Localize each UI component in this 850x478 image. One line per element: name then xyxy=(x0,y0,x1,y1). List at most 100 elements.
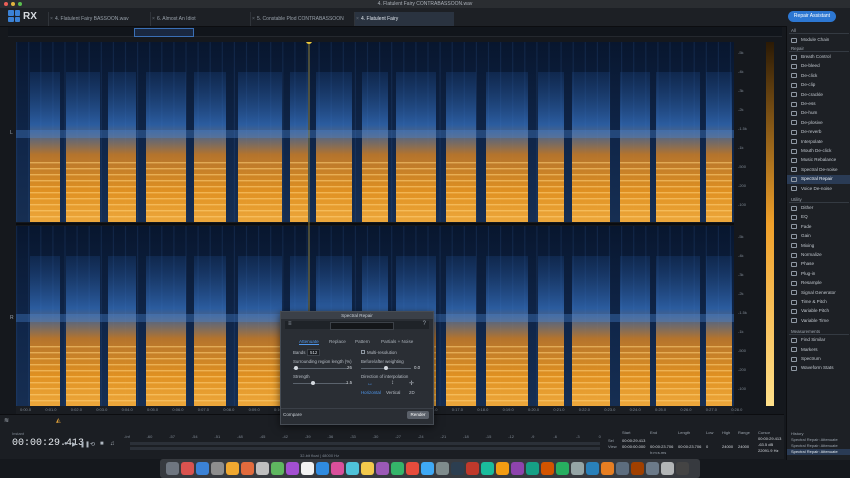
dock-app-icon[interactable] xyxy=(271,462,284,475)
module-breath-control[interactable]: Breath Control xyxy=(787,53,850,62)
strength-knob[interactable] xyxy=(311,381,315,385)
module-plug-in[interactable]: Plug-in xyxy=(787,270,850,279)
horizontal-arrow-icon[interactable]: ↔ xyxy=(367,381,373,387)
module-variable-pitch[interactable]: Variable Pitch xyxy=(787,307,850,316)
2d-arrow-icon[interactable]: ✛ xyxy=(409,380,414,387)
play-icon[interactable]: ▶ xyxy=(72,441,77,448)
view-range[interactable]: 24000 xyxy=(738,444,749,449)
sel-start[interactable]: 00:00:29.413 xyxy=(622,438,645,443)
pause-icon[interactable]: ❚❚ xyxy=(80,441,90,448)
dock-app-icon[interactable] xyxy=(286,462,299,475)
time-format[interactable]: h:m:s.ms xyxy=(650,450,666,455)
module-fade[interactable]: Fade xyxy=(787,223,850,232)
dock-app-icon[interactable] xyxy=(241,462,254,475)
strength-slider[interactable] xyxy=(293,383,347,384)
multi-resolution-checkbox[interactable] xyxy=(361,350,365,354)
file-tab[interactable]: × 4. Flatulent Fairy BASSOON.wav xyxy=(48,12,150,26)
dock-app-icon[interactable] xyxy=(541,462,554,475)
direction-2d[interactable]: 2D xyxy=(409,390,415,395)
headphones-icon[interactable]: ♫ xyxy=(110,441,115,447)
module-spectral-de-noise[interactable]: Spectral De-noise xyxy=(787,166,850,175)
view-high[interactable]: 24000 xyxy=(722,444,733,449)
bands-select[interactable]: 512 xyxy=(307,349,321,356)
module-de-clip[interactable]: De-clip xyxy=(787,81,850,90)
waveform-toggle-icon[interactable]: ≋ xyxy=(4,417,9,424)
dock-app-icon[interactable] xyxy=(406,462,419,475)
close-tab-icon[interactable]: × xyxy=(50,12,53,26)
module-find-similar[interactable]: Find Similar xyxy=(787,336,850,345)
dock-app-icon[interactable] xyxy=(556,462,569,475)
module-spectral-repair[interactable]: Spectral Repair xyxy=(787,175,850,184)
dock-app-icon[interactable] xyxy=(616,462,629,475)
dock-app-icon[interactable] xyxy=(526,462,539,475)
direction-horizontal[interactable]: Horizontal xyxy=(361,390,381,395)
module-time-pitch[interactable]: Time & Pitch xyxy=(787,298,850,307)
module-dither[interactable]: Dither xyxy=(787,204,850,213)
dock-app-icon[interactable] xyxy=(376,462,389,475)
close-tab-icon[interactable]: × xyxy=(356,12,359,26)
module-phase[interactable]: Phase xyxy=(787,260,850,269)
compare-button[interactable]: Compare xyxy=(283,412,302,417)
dock-app-icon[interactable] xyxy=(316,462,329,475)
waveform-overview[interactable] xyxy=(8,27,782,37)
module-music-rebalance[interactable]: Music Rebalance xyxy=(787,156,850,165)
module-de-plosive[interactable]: De-plosive xyxy=(787,119,850,128)
dock-app-icon[interactable] xyxy=(436,462,449,475)
menu-icon[interactable]: ≡ xyxy=(288,321,292,327)
module-markers[interactable]: Markers xyxy=(787,346,850,355)
module-signal-generator[interactable]: Signal Generator xyxy=(787,289,850,298)
help-icon[interactable]: ? xyxy=(423,321,426,327)
module-normalize[interactable]: Normalize xyxy=(787,251,850,260)
tab-pattern[interactable]: Pattern xyxy=(355,339,370,344)
surrounding-knob[interactable] xyxy=(294,366,298,370)
close-tab-icon[interactable]: × xyxy=(152,12,155,26)
vertical-arrow-icon[interactable]: ↕ xyxy=(391,380,394,386)
module-de-bleed[interactable]: De-bleed xyxy=(787,62,850,71)
module-resample[interactable]: Resample xyxy=(787,279,850,288)
module-spectrum[interactable]: Spectrum xyxy=(787,355,850,364)
view-end[interactable]: 00:00:23.706 xyxy=(650,444,673,449)
file-tab-active[interactable]: ×4. Flatulent Fairy CONTRABASSOON.wav xyxy=(354,12,454,36)
tab-replace[interactable]: Replace xyxy=(329,339,346,344)
dock-app-icon[interactable] xyxy=(586,462,599,475)
file-tab[interactable]: ×5. Constable Plod CONTRABASSOON v2.wav xyxy=(250,12,354,36)
stop-icon[interactable]: ■ xyxy=(100,441,104,447)
module-eq[interactable]: EQ xyxy=(787,213,850,222)
dock-app-icon[interactable] xyxy=(646,462,659,475)
dock-app-icon[interactable] xyxy=(196,462,209,475)
record-icon[interactable]: ● xyxy=(64,441,68,447)
dock-app-icon[interactable] xyxy=(256,462,269,475)
dock-app-icon[interactable] xyxy=(346,462,359,475)
module-variable-time[interactable]: Variable Time xyxy=(787,317,850,326)
module-interpolate[interactable]: Interpolate xyxy=(787,138,850,147)
view-start[interactable]: 00:00:00.000 xyxy=(622,444,645,449)
surrounding-slider[interactable] xyxy=(293,368,347,369)
dock-app-icon[interactable] xyxy=(601,462,614,475)
module-waveform-stats[interactable]: Waveform Stats xyxy=(787,364,850,373)
module-voice-de-noise[interactable]: Voice De-noise xyxy=(787,185,850,194)
preset-dropdown[interactable] xyxy=(330,322,394,330)
dock-app-icon[interactable] xyxy=(631,462,644,475)
dock-app-icon[interactable] xyxy=(661,462,674,475)
history-item[interactable]: Spectral Repair: Attenuate xyxy=(787,449,850,455)
module-gain[interactable]: Gain xyxy=(787,232,850,241)
render-button[interactable]: Render xyxy=(407,411,429,419)
surrounding-value[interactable]: 26 xyxy=(347,365,352,370)
view-low[interactable]: 0 xyxy=(706,444,708,449)
dock-app-icon[interactable] xyxy=(181,462,194,475)
dock-app-icon[interactable] xyxy=(466,462,479,475)
before-after-knob[interactable] xyxy=(384,366,388,370)
module-filter[interactable]: All xyxy=(789,27,849,34)
dock-app-icon[interactable] xyxy=(226,462,239,475)
tab-partials-noise[interactable]: Partials + Noise xyxy=(381,339,413,344)
dock-app-icon[interactable] xyxy=(676,462,689,475)
module-de-reverb[interactable]: De-reverb xyxy=(787,128,850,137)
dock-app-icon[interactable] xyxy=(301,462,314,475)
repair-assistant-button[interactable]: Repair Assistant xyxy=(788,11,836,22)
module-de-crackle[interactable]: De-crackle xyxy=(787,91,850,100)
module-de-ess[interactable]: De-ess xyxy=(787,100,850,109)
direction-vertical[interactable]: Vertical xyxy=(386,390,400,395)
module-de-click[interactable]: De-click xyxy=(787,72,850,81)
tab-attenuate[interactable]: Attenuate xyxy=(299,339,319,345)
module-chain-button[interactable]: Module Chain xyxy=(787,36,850,45)
